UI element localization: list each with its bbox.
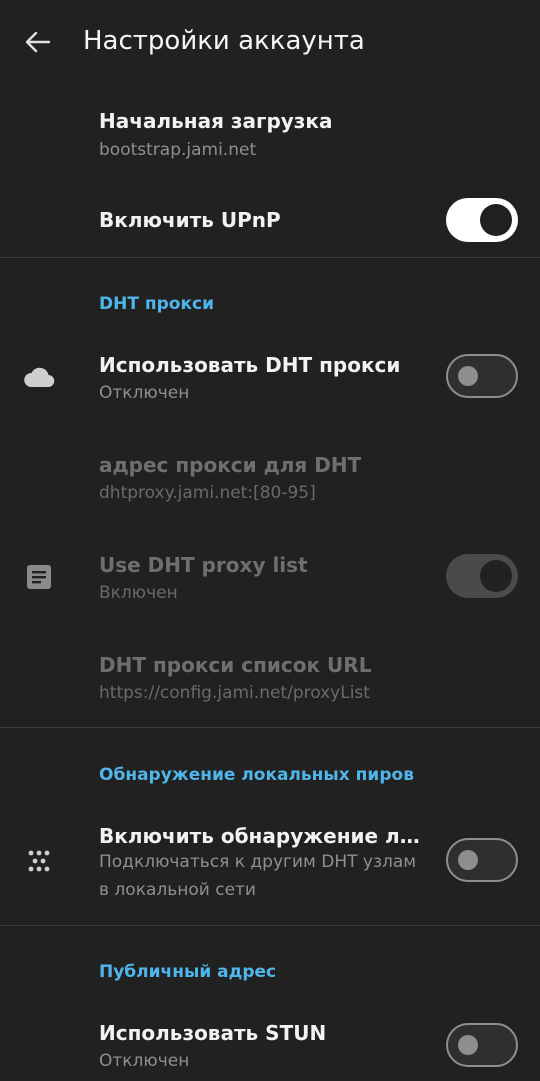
- stun-preference[interactable]: Использовать STUN Отключен: [0, 1008, 540, 1081]
- dht-proxy-list-summary: Включен: [99, 583, 178, 603]
- toggle-knob: [480, 560, 512, 592]
- stun-summary: Отключен: [99, 1051, 190, 1071]
- document-icon: [22, 560, 56, 594]
- peers-dots-icon: [22, 844, 56, 878]
- dht-proxy-list-title: Use DHT proxy list: [99, 553, 308, 577]
- local-discovery-preference[interactable]: Включить обнаружение лока.. Подключаться…: [0, 810, 540, 910]
- dht-proxy-list-url-preference: DHT прокси список URL https://config.jam…: [0, 640, 540, 720]
- arrow-back-icon: [25, 31, 51, 53]
- toggle-knob: [458, 366, 478, 386]
- local-discovery-summary: Подключаться к другим DHT узлам в локаль…: [99, 852, 417, 900]
- toggle-knob: [480, 204, 512, 236]
- divider: [0, 925, 540, 926]
- section-header-local-peers: Обнаружение локальных пиров: [99, 765, 414, 785]
- bootstrap-preference[interactable]: Начальная загрузка bootstrap.jami.net: [0, 100, 540, 180]
- toggle-knob: [458, 1035, 478, 1055]
- page-title: Настройки аккаунта: [83, 26, 365, 56]
- toggle-knob: [458, 850, 478, 870]
- local-discovery-title: Включить обнаружение лока..: [99, 824, 424, 848]
- upnp-title: Включить UPnP: [99, 208, 281, 232]
- dht-proxy-address-title: адрес прокси для DHT: [99, 453, 362, 477]
- divider: [0, 727, 540, 728]
- upnp-preference[interactable]: Включить UPnP: [0, 190, 540, 250]
- upnp-toggle[interactable]: [446, 198, 518, 242]
- bootstrap-title: Начальная загрузка: [99, 109, 333, 133]
- cloud-icon: [22, 360, 56, 394]
- dht-proxy-list-toggle: [446, 554, 518, 598]
- stun-title: Использовать STUN: [99, 1021, 327, 1045]
- section-header-public-address: Публичный адрес: [99, 962, 277, 982]
- dht-proxy-preference[interactable]: Использовать DHT прокси Отключен: [0, 340, 540, 420]
- stun-toggle[interactable]: [446, 1023, 518, 1067]
- divider: [0, 257, 540, 258]
- app-bar: Настройки аккаунта: [0, 0, 540, 82]
- back-button[interactable]: [18, 22, 58, 62]
- dht-proxy-address-preference: адрес прокси для DHT dhtproxy.jami.net:[…: [0, 440, 540, 520]
- dht-proxy-toggle[interactable]: [446, 354, 518, 398]
- dht-proxy-list-url-title: DHT прокси список URL: [99, 653, 372, 677]
- bootstrap-summary: bootstrap.jami.net: [99, 140, 257, 160]
- dht-proxy-summary: Отключен: [99, 383, 190, 403]
- local-discovery-toggle[interactable]: [446, 838, 518, 882]
- dht-proxy-address-summary: dhtproxy.jami.net:[80-95]: [99, 483, 316, 503]
- dht-proxy-title: Использовать DHT прокси: [99, 353, 401, 377]
- dht-proxy-list-url-summary: https://config.jami.net/proxyList: [99, 683, 370, 703]
- dht-proxy-list-preference: Use DHT proxy list Включен: [0, 540, 540, 620]
- section-header-dht-proxy: DHT прокси: [99, 294, 214, 314]
